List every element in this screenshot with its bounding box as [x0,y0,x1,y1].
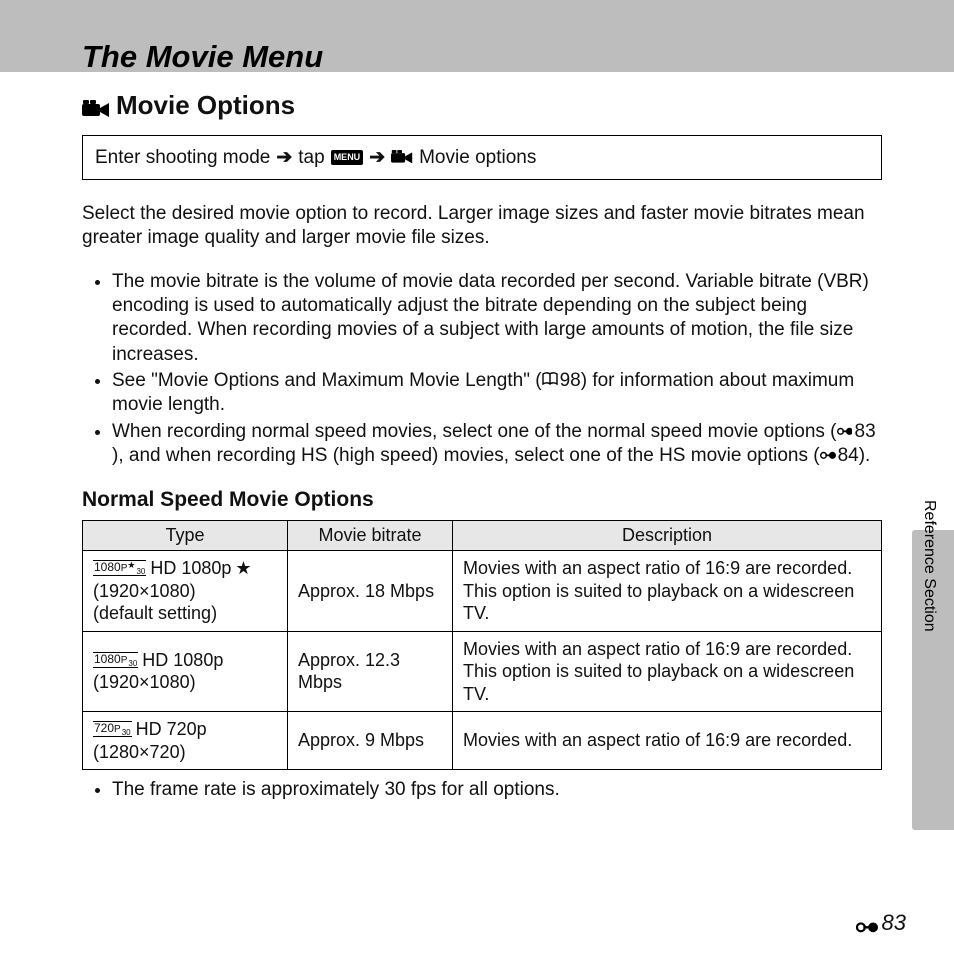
options-table: Type Movie bitrate Description 1080P★30 … [82,520,882,770]
resolution-badge-icon: 1080P30 [93,652,138,668]
reference-icon [837,420,853,434]
bullet-text-pre: See "Movie Options and Maximum Movie Len… [112,370,542,391]
type-resolution: (1280×720) [93,741,277,764]
intro-paragraph: Select the desired movie option to recor… [82,202,882,251]
resolution-badge-icon: 720P30 [93,721,132,737]
bullet-text: The movie bitrate is the volume of movie… [112,271,869,365]
bullet-text-pre: When recording normal speed movies, sele… [112,421,837,442]
cell-bitrate: Approx. 18 Mbps [288,551,453,632]
type-resolution: (1920×1080) [93,580,277,603]
menu-icon: MENU [331,150,364,165]
footnote-list: The frame rate is approximately 30 fps f… [82,778,882,803]
table-row: 1080P★30 HD 1080p★(1920×1080)(default se… [83,551,882,632]
type-name: HD 1080p [142,649,223,672]
bullet-ref: 98 [560,369,581,393]
type-name: HD 720p [136,718,207,741]
cell-bitrate: Approx. 9 Mbps [288,712,453,770]
instruction-part2: Movie options [419,147,536,169]
instruction-box: Enter shooting mode ➔ tap MENU ➔ Movie o… [82,135,882,180]
page-number-value: 83 [882,910,906,936]
instruction-part1: Enter shooting mode [95,147,270,169]
footnote-item: The frame rate is approximately 30 fps f… [112,778,882,803]
col-type: Type [83,521,288,551]
col-description: Description [453,521,882,551]
bullet-text-post: ). [859,445,871,466]
col-bitrate: Movie bitrate [288,521,453,551]
type-extra: (default setting) [93,602,277,625]
arrow-icon: ➔ [276,146,292,169]
bullet-ref2: 84 [838,444,859,468]
list-item: See "Movie Options and Maximum Movie Len… [112,369,882,418]
type-name: HD 1080p [150,557,231,580]
instruction-tap: tap [298,147,324,169]
movie-camera-icon [391,150,413,166]
bullet-list: The movie bitrate is the volume of movie… [82,270,882,469]
normal-speed-heading: Normal Speed Movie Options [82,488,882,512]
cell-description: Movies with an aspect ratio of 16:9 are … [453,551,882,632]
table-row: 720P30 HD 720p(1280×720)Approx. 9 MbpsMo… [83,712,882,770]
movie-camera-icon [82,96,110,116]
book-icon [542,369,558,383]
type-resolution: (1920×1080) [93,671,277,694]
reference-icon [856,915,878,931]
side-section-label: Reference Section [920,500,938,632]
cell-description: Movies with an aspect ratio of 16:9 are … [453,631,882,712]
cell-type: 1080P★30 HD 1080p★(1920×1080)(default se… [83,551,288,632]
resolution-badge-icon: 1080P★30 [93,560,146,576]
list-item: When recording normal speed movies, sele… [112,420,882,469]
cell-type: 1080P30 HD 1080p(1920×1080) [83,631,288,712]
star-icon: ★ [235,557,251,580]
bullet-ref: 83 [855,420,876,444]
page-title: The Movie Menu [82,39,323,75]
cell-bitrate: Approx. 12.3 Mbps [288,631,453,712]
cell-type: 720P30 HD 720p(1280×720) [83,712,288,770]
page-number: 83 [856,910,906,936]
reference-icon [820,444,836,458]
cell-description: Movies with an aspect ratio of 16:9 are … [453,712,882,770]
bullet-text-mid: ), and when recording HS (high speed) mo… [112,445,820,466]
movie-options-label: Movie Options [116,90,295,121]
table-row: 1080P30 HD 1080p(1920×1080)Approx. 12.3 … [83,631,882,712]
movie-options-heading: Movie Options [82,90,882,121]
arrow-icon: ➔ [369,146,385,169]
list-item: The movie bitrate is the volume of movie… [112,270,882,367]
